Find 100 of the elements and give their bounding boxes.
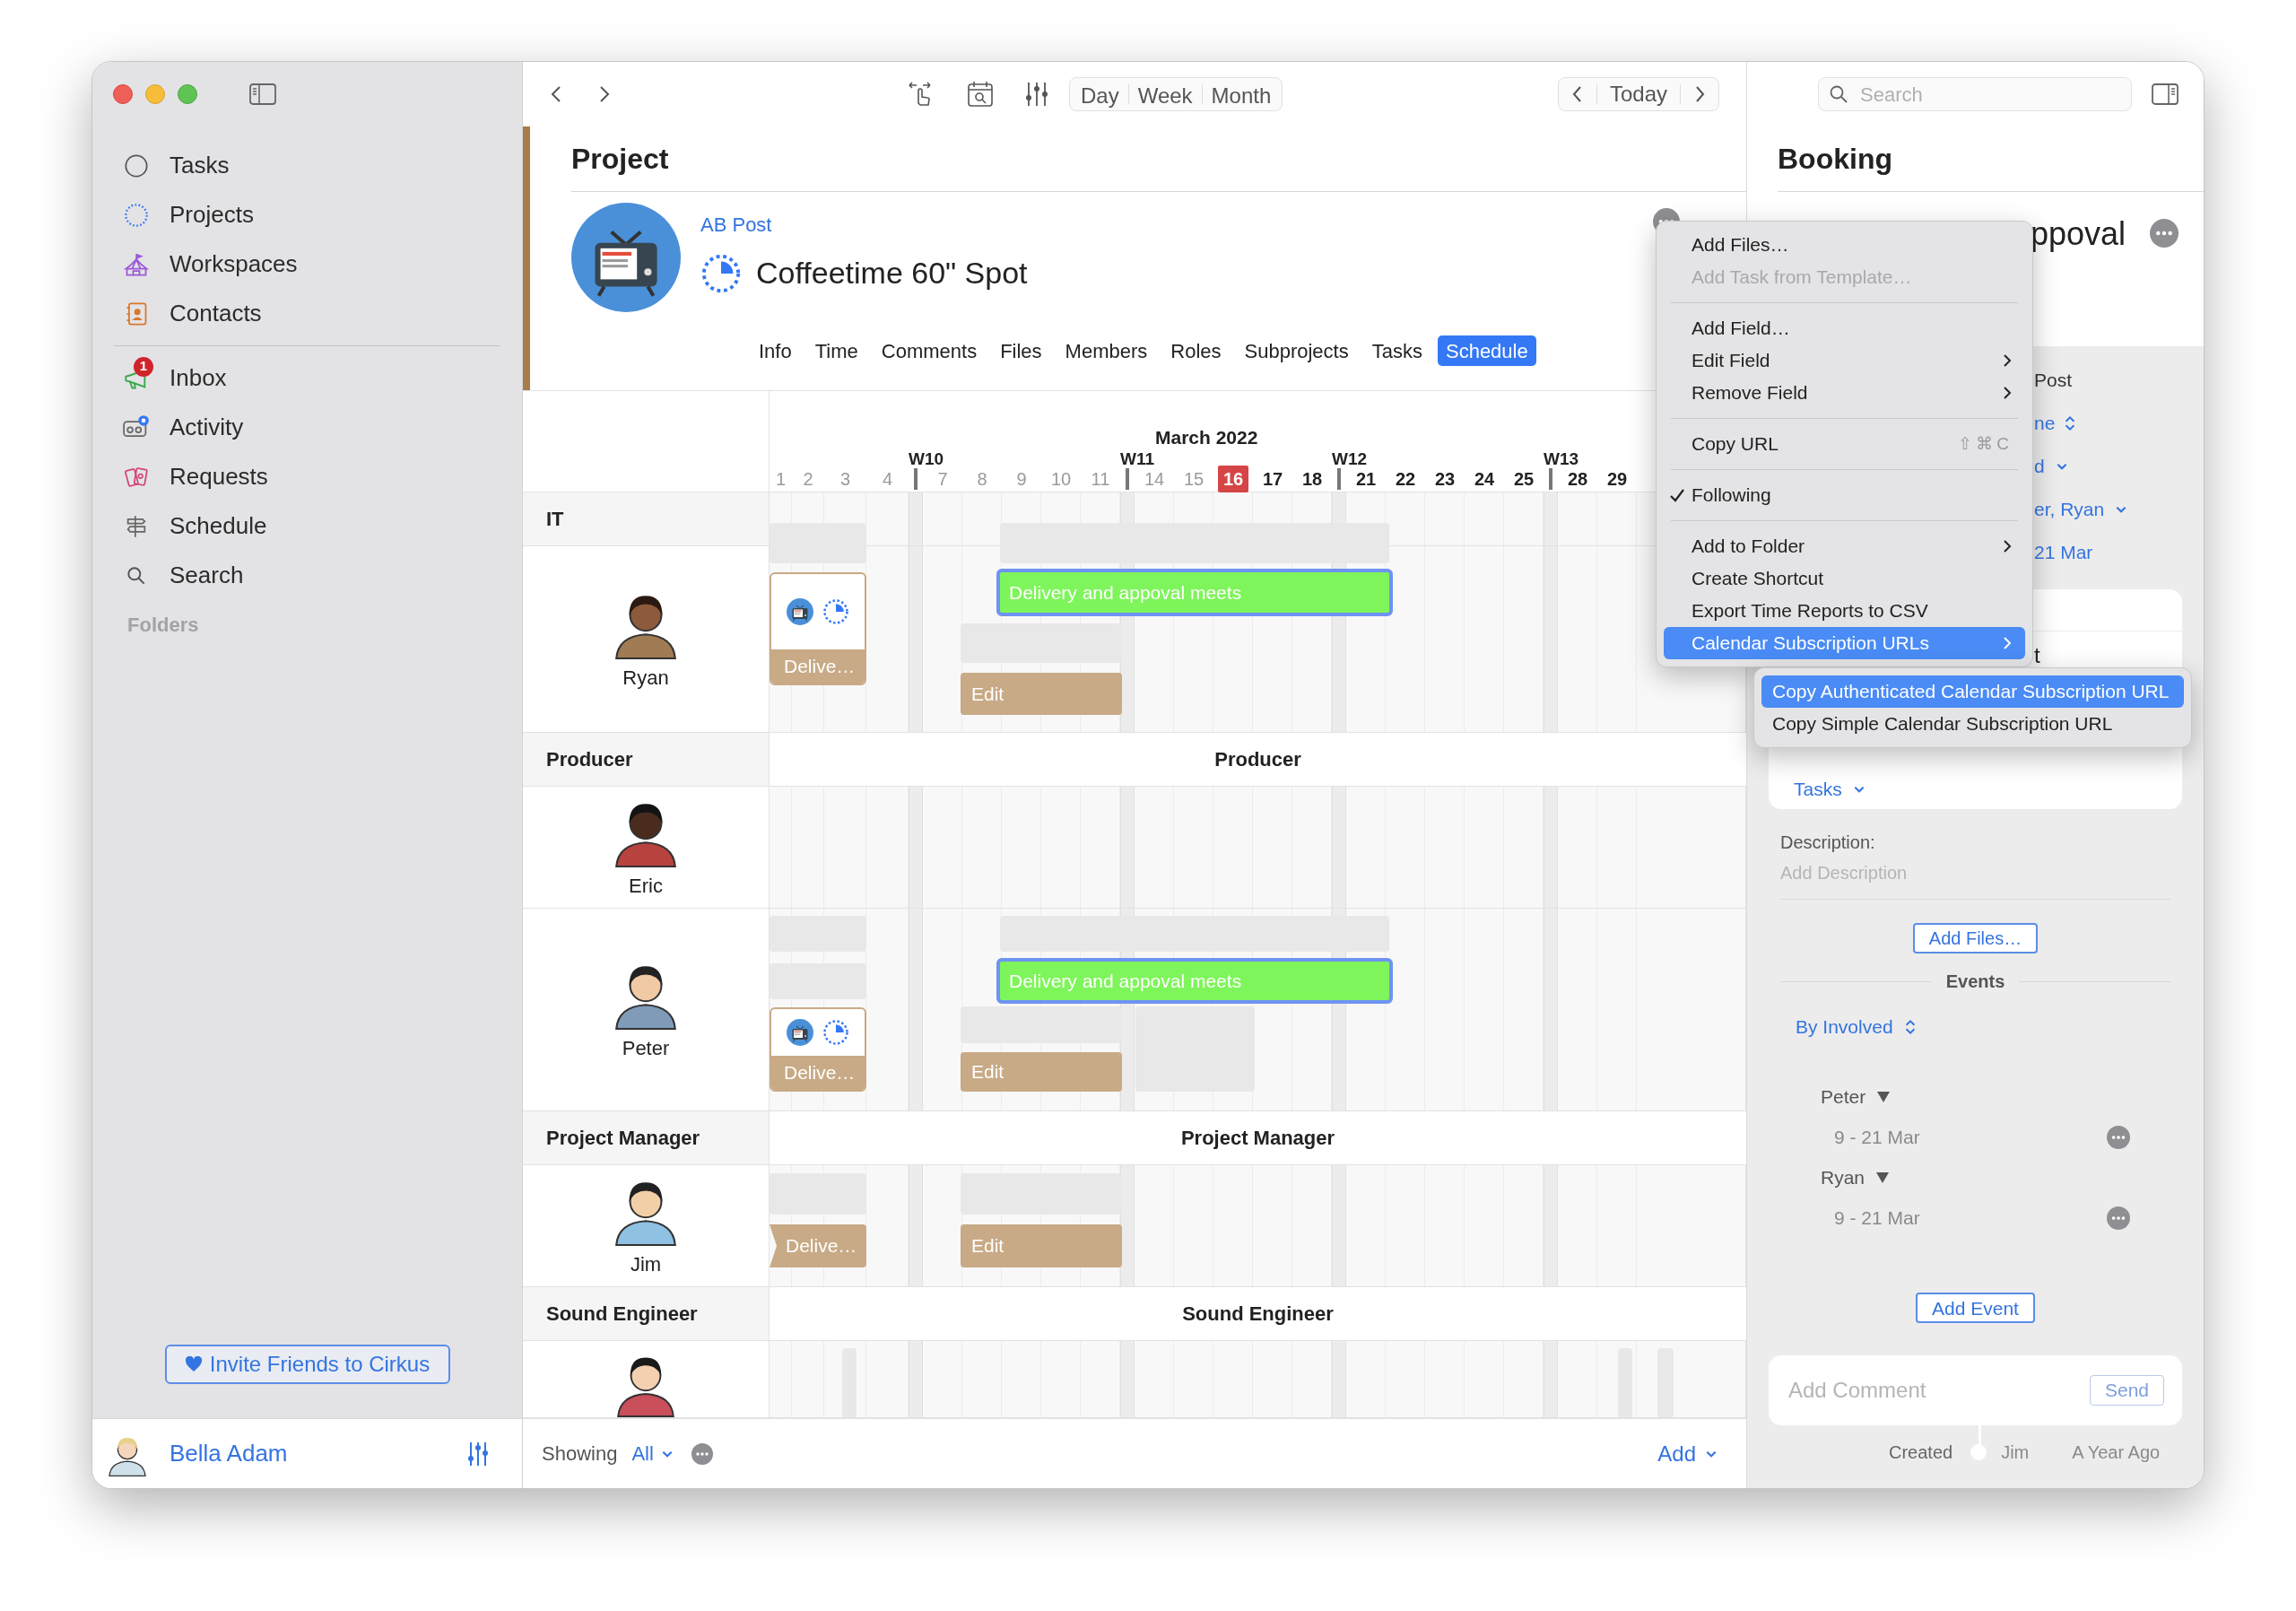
shortcut-label: ⇧⌘C [1958,432,2013,455]
day-label: 15 [1183,468,1205,491]
showing-label: Showing [542,1441,618,1467]
sidebar-item[interactable]: Schedule [112,501,502,551]
calendar-search-icon[interactable] [966,80,995,109]
client-link[interactable]: AB Post [700,210,1028,239]
menu-item[interactable]: Following [1664,479,2025,511]
tab[interactable]: Roles [1162,335,1230,366]
sidebar-item[interactable]: Contacts [112,289,502,338]
menu-item[interactable]: Add to Folder [1664,530,2025,562]
user-name[interactable]: Bella Adam [170,1436,288,1471]
menu-item[interactable]: Remove Field [1664,377,2025,409]
day-label: 22 [1395,468,1416,491]
date-range: 9 - 21 Mar [1834,1206,1920,1230]
day-label: 1 [775,468,787,491]
sidebar-item-label: Contacts [170,299,262,328]
disclosure-triangle-icon[interactable] [1875,1171,1891,1184]
person-name: Ryan [1821,1165,1866,1189]
sort-stepper[interactable]: By Involved [1796,1013,1917,1041]
panel-heading: Booking [1778,126,2204,192]
menu-item[interactable]: Copy Simple Calendar Subscription URL [1761,708,2184,740]
field-dropdown[interactable]: er, Ryan [2034,495,2128,524]
sidebar-item-label: Search [170,561,244,590]
search-input[interactable]: Search [1860,79,2111,109]
sidebar-item[interactable]: Requests [112,452,502,501]
day-label: 4 [882,468,893,491]
sidebar-item[interactable]: Projects [112,190,502,239]
invite-button[interactable]: Invite Friends to Cirkus [164,1345,450,1384]
filter-dropdown[interactable]: All [631,1439,674,1468]
sidebar-item[interactable]: Search [112,551,502,600]
comment-field[interactable]: Add Comment [1788,1373,2090,1406]
week-marker [1549,468,1552,490]
person-name: Peter [622,1036,670,1061]
day-label: 8 [977,468,987,491]
sidebar-item[interactable]: Workspaces [112,239,502,289]
tab[interactable]: Subprojects [1236,335,1357,366]
chevron-right-icon [2002,538,2013,554]
person-name: Jim [630,1252,662,1277]
previous-icon[interactable] [1570,84,1584,104]
field-dropdown[interactable]: d [2034,452,2068,481]
date-link[interactable]: 21 Mar [2034,538,2093,567]
week-marker [914,468,918,490]
tab[interactable]: Members [1057,335,1156,366]
day-label: 17 [1262,468,1283,491]
menu-item[interactable]: Export Time Reports to CSV [1664,595,2025,627]
role-header: Producer [1214,747,1301,772]
circle-icon [124,152,149,179]
close-button[interactable] [113,84,133,104]
day-label: 29 [1606,468,1628,491]
person-name: Ryan [622,666,669,691]
booking-title: ppoval [2031,214,2126,254]
add-dropdown[interactable]: Add [1657,1437,1718,1470]
menu-item[interactable]: Add Files… [1664,229,2025,261]
disclosure-triangle-icon[interactable] [1876,1090,1892,1103]
sidebar-item[interactable]: Tasks [112,141,502,190]
date-range: 9 - 21 Mar [1834,1125,1920,1149]
sliders-icon[interactable] [1024,80,1049,109]
sidebar-toggle-icon[interactable] [249,83,276,106]
menu-item[interactable]: Create Shortcut [1664,562,2025,595]
field-stepper[interactable]: ne [2034,409,2077,438]
page-heading: Project [571,126,1746,192]
sidebar-item-label: Schedule [170,511,267,541]
tab[interactable]: Files [992,335,1050,366]
up-down-icon [1903,1017,1917,1036]
activity-label: Created [1889,1441,1953,1464]
progress-icon [822,598,849,625]
progress-icon [822,1019,849,1046]
more-icon[interactable] [691,1442,713,1465]
project-title: Coffeetime 60" Spot [756,255,1028,292]
next-icon[interactable] [1693,84,1706,104]
tab[interactable]: Info [751,335,800,366]
tasks-dropdown[interactable]: Tasks [1769,770,2182,809]
sliders-icon[interactable] [466,1440,490,1467]
author-name: Jim [2001,1441,2030,1464]
more-icon[interactable] [2107,1206,2130,1230]
menu-item[interactable]: Edit Field [1664,344,2025,377]
tab[interactable]: Tasks [1363,335,1431,366]
role-header: Project Manager [1180,1126,1335,1151]
add-files-button[interactable]: Add Files… [1912,923,2039,954]
role-header: Sound Engineer [523,1287,770,1340]
more-icon[interactable] [2150,219,2179,248]
view-tab[interactable]: Day [1072,80,1128,109]
sidebar-item[interactable]: Activity [112,403,502,452]
tab[interactable]: Schedule [1437,335,1536,366]
section-header: Folders [126,613,200,638]
checkmark-icon [1669,487,1685,503]
tab[interactable]: Comments [873,335,986,366]
day-label: 25 [1513,468,1535,491]
view-tab[interactable]: Month [1202,80,1281,109]
view-tab[interactable]: Week [1128,80,1202,109]
more-icon[interactable] [2107,1125,2130,1149]
sidebar-item[interactable]: 1 Inbox [112,353,502,403]
add-event-button[interactable]: Add Event [1916,1292,2035,1323]
panel-toggle-icon[interactable] [2152,83,2179,106]
person-name: Peter [1821,1084,1866,1109]
menu-item[interactable]: Copy URL ⇧⌘C [1664,428,2025,460]
tab[interactable]: Time [806,335,866,366]
menu-item[interactable]: Add Field… [1664,312,2025,344]
search-field[interactable]: Search [1818,77,2132,111]
tv-icon [787,598,813,625]
